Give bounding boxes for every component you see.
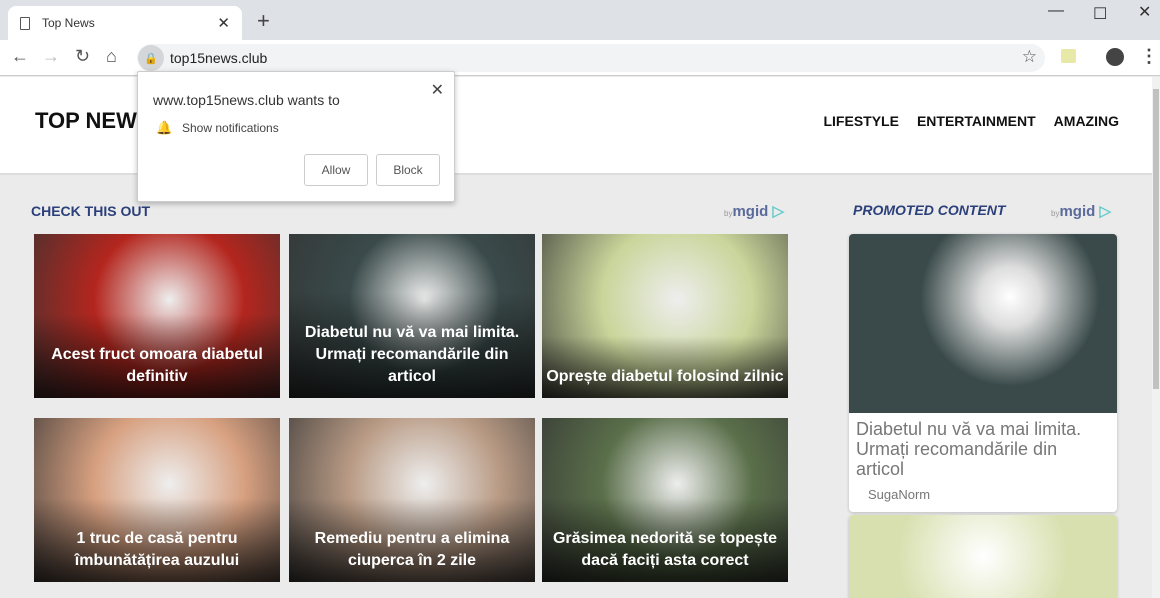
scrollbar-thumb[interactable] [1153, 89, 1159, 389]
widget-heading: CHECK THIS OUT [31, 203, 150, 219]
article-card[interactable]: Oprește diabetul folosind zilnic [542, 234, 788, 398]
nav-entertainment[interactable]: ENTERTAINMENT [917, 113, 1036, 129]
extension-icon[interactable] [1061, 49, 1076, 63]
bell-icon: 🔔 [156, 120, 173, 135]
new-tab-button[interactable]: + [257, 8, 270, 34]
lock-icon[interactable]: 🔒 [138, 45, 164, 71]
article-caption[interactable]: Oprește diabetul folosind zilnic [542, 336, 788, 398]
popup-title: www.top15news.club wants to [153, 92, 340, 108]
page-icon [20, 16, 30, 30]
article-card[interactable]: Acest fruct omoara diabetul definitiv [34, 234, 280, 398]
minimize-button[interactable]: — [1048, 2, 1064, 20]
article-caption[interactable]: Acest fruct omoara diabetul definitiv [34, 314, 280, 398]
tab-strip: Top News ✕ + — ☐ ✕ [0, 0, 1160, 40]
site-logo[interactable]: TOP NEWS [35, 108, 152, 134]
mgid-logo[interactable]: bymgid ▷ [1051, 202, 1111, 220]
address-bar[interactable]: 🔒 top15news.club ☆ [137, 44, 1045, 72]
forward-button[interactable]: → [42, 46, 60, 67]
bookmark-star-icon[interactable]: ☆ [1022, 47, 1037, 67]
close-window-button[interactable]: ✕ [1138, 2, 1151, 22]
article-card[interactable]: Grăsimea nedorită se topește dacă faciți… [542, 418, 788, 582]
close-tab-icon[interactable]: ✕ [217, 14, 230, 32]
tab-title: Top News [42, 16, 95, 30]
nav-amazing[interactable]: AMAZING [1054, 113, 1119, 129]
article-caption[interactable]: Remediu pentru a elimina ciuperca în 2 z… [289, 498, 535, 582]
article-caption[interactable]: Grăsimea nedorită se topește dacă faciți… [542, 498, 788, 582]
promoted-source: SugaNorm [868, 487, 931, 502]
menu-icon[interactable]: ⋮ [1140, 46, 1158, 67]
url-text[interactable]: top15news.club [170, 50, 267, 66]
article-caption[interactable]: 1 truc de casă pentru îmbunătățirea auzu… [34, 498, 280, 582]
promoted-heading: PROMOTED CONTENT [853, 202, 1006, 218]
maximize-button[interactable]: ☐ [1093, 4, 1107, 24]
promoted-image[interactable] [849, 515, 1117, 598]
article-card[interactable]: 1 truc de casă pentru îmbunătățirea auzu… [34, 418, 280, 582]
promoted-image[interactable] [849, 234, 1117, 413]
promoted-card[interactable] [849, 515, 1117, 598]
reload-button[interactable]: ↻ [75, 46, 90, 67]
permission-text: Show notifications [182, 121, 279, 135]
notification-permission-popup: www.top15news.club wants to ✕ 🔔 Show not… [137, 71, 455, 202]
scrollbar[interactable] [1152, 77, 1160, 598]
nav-lifestyle[interactable]: LIFESTYLE [823, 113, 898, 129]
allow-button[interactable]: Allow [304, 154, 368, 186]
close-popup-icon[interactable]: ✕ [431, 80, 444, 100]
account-icon[interactable] [1106, 48, 1124, 66]
article-card[interactable]: Diabetul nu vă va mai limita. Urmați rec… [289, 234, 535, 398]
promoted-title[interactable]: Diabetul nu vă va mai limita. Urmați rec… [849, 413, 1117, 479]
article-caption[interactable]: Diabetul nu vă va mai limita. Urmați rec… [289, 292, 535, 398]
mgid-logo[interactable]: bymgid ▷ [724, 202, 784, 220]
promoted-card[interactable]: Diabetul nu vă va mai limita. Urmați rec… [849, 234, 1117, 512]
block-button[interactable]: Block [376, 154, 440, 186]
tab-top-news[interactable]: Top News ✕ [8, 6, 242, 40]
home-button[interactable]: ⌂ [106, 46, 117, 67]
article-card[interactable]: Remediu pentru a elimina ciuperca în 2 z… [289, 418, 535, 582]
back-button[interactable]: ← [11, 46, 29, 67]
